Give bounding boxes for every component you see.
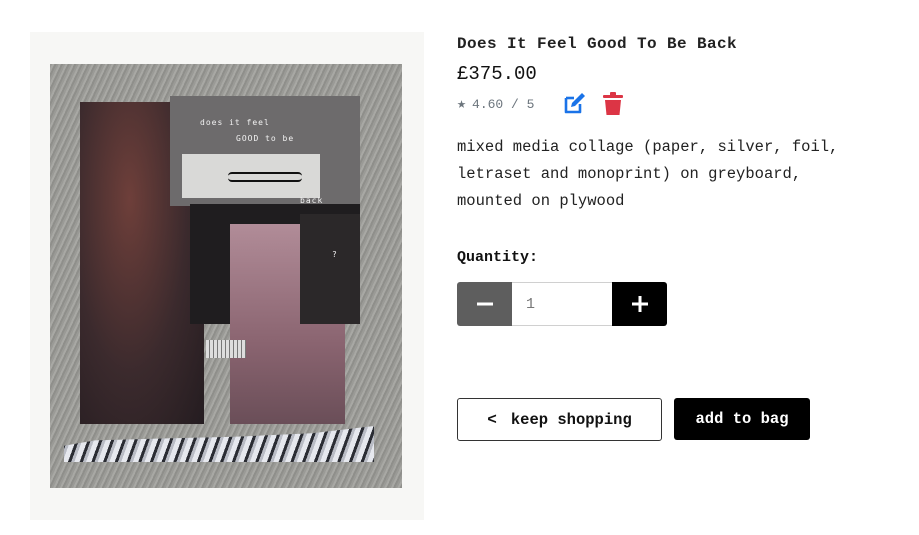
star-icon: ★ [457,95,467,113]
plus-icon [631,296,648,312]
chevron-left-icon: < [487,410,497,429]
minus-icon [476,302,493,306]
edit-product-button[interactable] [562,92,586,116]
delete-product-button[interactable] [602,92,624,116]
collage-text: back [300,196,324,205]
product-actions: < keep shopping add to bag [457,398,897,441]
collage-text: GOOD to be [236,134,295,143]
rating-row: ★ 4.60 / 5 [457,92,897,116]
product-rating: 4.60 / 5 [472,96,535,112]
add-to-bag-button[interactable]: add to bag [674,398,810,440]
keep-shopping-button[interactable]: < keep shopping [457,398,662,441]
increment-quantity-button[interactable] [612,282,667,326]
product-description: mixed media collage (paper, silver, foil… [457,138,839,210]
keep-shopping-label: keep shopping [510,410,632,429]
decrement-quantity-button[interactable] [457,282,512,326]
quantity-stepper [457,282,897,326]
quantity-label: Quantity: [457,249,539,266]
edit-icon [565,93,586,114]
add-to-bag-label: add to bag [695,410,789,428]
collage-text: does it feel [200,118,270,127]
collage-board: does it feel GOOD to be back ? [50,64,402,488]
collage-text: ? [332,250,338,259]
product-price: £375.00 [457,63,537,85]
product-image: does it feel GOOD to be back ? [30,32,424,520]
quantity-input[interactable] [512,282,612,326]
trash-icon [603,92,624,115]
product-details: Does It Feel Good To Be Back £375.00 ★ 4… [457,34,897,441]
product-title: Does It Feel Good To Be Back [457,35,738,53]
